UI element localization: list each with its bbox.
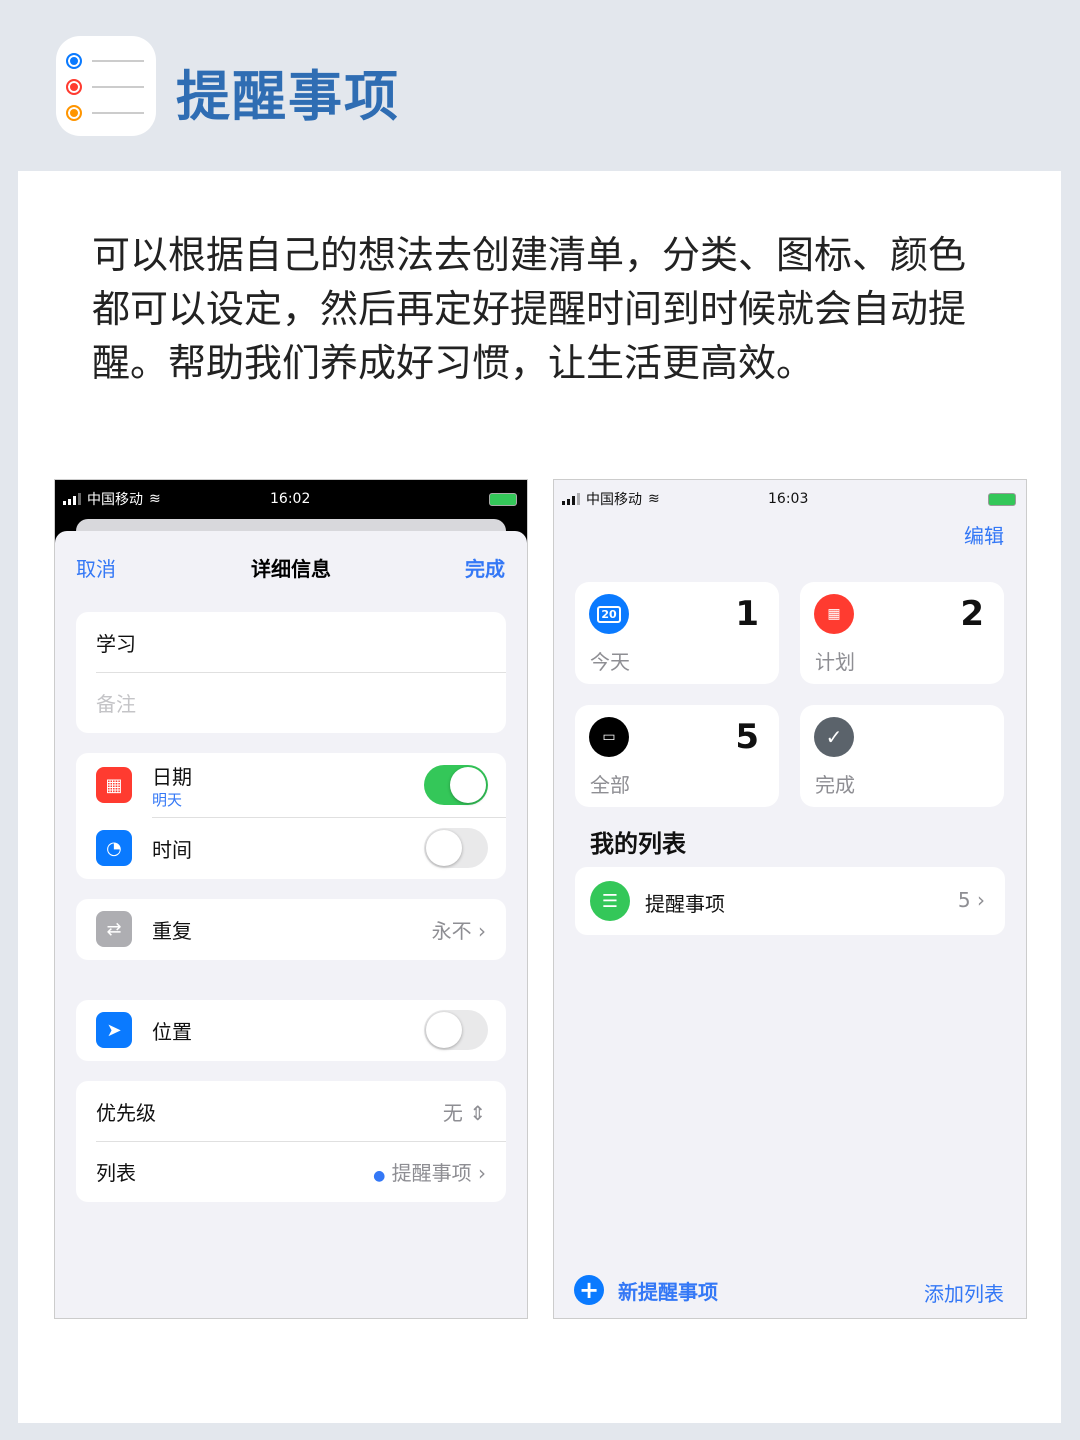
edit-button[interactable]: 编辑 [964,520,1004,549]
list-row[interactable]: 列表 ● 提醒事项 › [76,1141,506,1201]
list-value: ● 提醒事项 › [373,1160,486,1185]
date-row: ▦ 日期 明天 [76,753,506,817]
description: 可以根据自己的想法去创建清单，分类、图标、颜色都可以设定，然后再定好提醒时间到时… [92,233,967,385]
date-toggle[interactable] [424,765,488,805]
today-calendar-icon: 20 [589,594,629,634]
battery-icon [489,492,517,506]
repeat-value: 永不 › [431,918,486,943]
scheduled-calendar-icon: ▦ [814,594,854,634]
date-value: 明天 [152,791,183,809]
sheet-title: 详细信息 [251,557,331,581]
notes-field[interactable]: 备注 [76,672,506,732]
repeat-icon: ⇄ [96,911,132,947]
list-name: 提醒事项 [645,892,725,916]
priority-label: 优先级 [96,1100,156,1125]
time-toggle[interactable] [424,828,488,868]
page-title: 提醒事项 [176,65,400,128]
status-bar: 中国移动 ≋ 16:03 [554,480,1026,518]
done-button[interactable]: 完成 [465,553,505,582]
completed-label: 完成 [815,773,855,797]
list-label: 列表 [96,1160,136,1185]
signal-icon [562,493,580,505]
scheduled-label: 计划 [815,650,855,674]
scheduled-count: 2 [960,594,984,634]
list-bullet-icon: ☰ [590,881,630,921]
priority-value: 无 ⇕ [442,1100,486,1125]
location-arrow-icon: ➤ [96,1012,132,1048]
clock: 16:02 [270,491,311,507]
list-count: 5 › [957,888,985,912]
new-reminder-label: 新提醒事项 [618,1279,718,1304]
carrier: 中国移动 [87,492,143,508]
plus-icon: + [574,1275,604,1305]
priority-row[interactable]: 优先级 无 ⇕ [76,1081,506,1141]
detail-sheet: 取消 详细信息 完成 学习 备注 ▦ 日期 明天 ◔ 时间 ⇄ 重复 永不 › … [55,531,527,1318]
add-list-button[interactable]: 添加列表 [924,1278,1004,1307]
status-bar: 中国移动 ≋ 16:02 [55,480,527,518]
clock: 16:03 [768,491,809,507]
reminders-app-icon [56,36,156,136]
title-field[interactable]: 学习 [76,612,506,672]
carrier: 中国移动 [586,492,642,508]
my-lists-heading: 我的列表 [590,830,686,858]
smart-list-scheduled[interactable]: ▦ 2 计划 [800,582,1004,684]
all-label: 全部 [590,773,630,797]
new-reminder-button[interactable]: + 新提醒事项 [574,1275,718,1305]
smart-list-today[interactable]: 20 1 今天 [575,582,779,684]
smart-list-completed[interactable]: ✓ 完成 [800,705,1004,807]
tray-icon: ▭ [589,717,629,757]
lists-screenshot: 中国移动 ≋ 16:03 编辑 20 1 今天 ▦ 2 计划 ▭ 5 全部 ✓ … [553,479,1027,1319]
time-row: ◔ 时间 [76,818,506,878]
wifi-icon: ≋ [149,491,161,507]
checkmark-icon: ✓ [814,717,854,757]
clock-icon: ◔ [96,830,132,866]
battery-icon [988,492,1016,506]
today-count: 1 [735,594,759,634]
calendar-icon: ▦ [96,767,132,803]
detail-screenshot: 中国移动 ≋ 16:02 取消 详细信息 完成 学习 备注 ▦ 日期 明天 ◔ … [54,479,528,1319]
smart-list-all[interactable]: ▭ 5 全部 [575,705,779,807]
repeat-row[interactable]: ⇄ 重复 永不 › [76,899,506,959]
signal-icon [63,493,81,505]
repeat-label: 重复 [152,918,192,943]
date-label: 日期 [152,765,192,789]
wifi-icon: ≋ [648,491,660,507]
all-count: 5 [735,717,759,757]
list-item[interactable]: ☰ 提醒事项 5 › [575,867,1005,935]
location-toggle[interactable] [424,1010,488,1050]
today-label: 今天 [590,650,630,674]
location-label: 位置 [152,1019,192,1044]
time-label: 时间 [152,837,192,862]
location-row: ➤ 位置 [76,1000,506,1060]
